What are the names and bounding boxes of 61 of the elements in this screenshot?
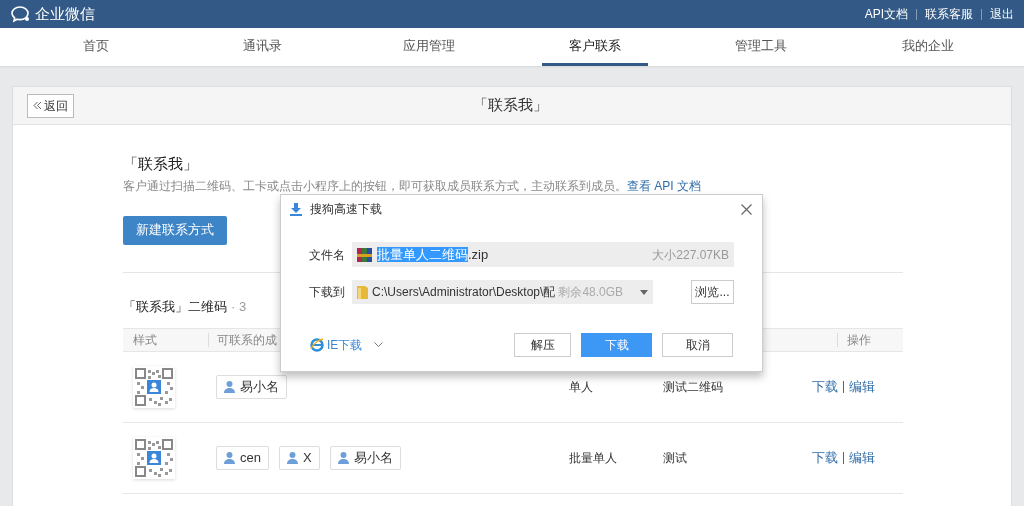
folder-icon xyxy=(357,285,368,299)
archive-icon xyxy=(357,247,372,262)
dialog-title: 搜狗高速下载 xyxy=(310,201,382,218)
member-name: X xyxy=(302,449,312,468)
nav-tab[interactable]: 管理工具 xyxy=(708,28,815,66)
back-button[interactable]: 返回 xyxy=(27,93,74,118)
free-space: 剩余48.0GB xyxy=(558,284,624,301)
member-name: 易小名 xyxy=(353,449,393,468)
member-name: 易小名 xyxy=(240,378,279,397)
table-cell-text: 测试二维码 xyxy=(663,379,724,396)
action-link[interactable]: 下载 xyxy=(812,448,838,468)
header-link[interactable]: API文档 xyxy=(864,5,908,23)
nav-tab[interactable]: 通讯录 xyxy=(216,28,309,66)
header-link[interactable]: 联系客服 xyxy=(925,5,973,23)
person-icon xyxy=(224,452,235,464)
table-cell-text: 测试 xyxy=(663,450,688,467)
dropdown-arrow-icon xyxy=(640,289,648,295)
nav-tab[interactable]: 应用管理 xyxy=(375,28,482,66)
dialog-button[interactable]: 取消 xyxy=(662,333,733,357)
nav-tab[interactable]: 我的企业 xyxy=(874,28,981,66)
browse-button[interactable]: 浏览... xyxy=(691,280,734,304)
person-icon xyxy=(337,452,349,464)
column-header: 操作 xyxy=(847,332,871,349)
field-label: 文件名 xyxy=(309,246,346,264)
qr-code-icon xyxy=(134,438,174,478)
e-logo-icon xyxy=(310,338,324,352)
logo-text: 企业微信 xyxy=(35,3,95,24)
file-size: 大小227.07KB xyxy=(652,246,729,264)
table-cell-text: 批量单人 xyxy=(569,450,618,467)
action-link[interactable]: 编辑 xyxy=(849,377,875,397)
field-label: 下载到 xyxy=(309,284,346,301)
dialog-button[interactable]: 解压 xyxy=(514,333,571,357)
double-chevron-icon xyxy=(33,101,42,110)
list-count: · 3 xyxy=(231,297,247,316)
path-dropdown[interactable]: C:\Users\Administrator\Desktop\配 剩余48.0GB xyxy=(352,280,653,304)
filename-field[interactable]: 批量单人二维码.zip 大小227.07KB xyxy=(352,242,734,267)
close-icon[interactable] xyxy=(741,203,752,215)
new-contact-button[interactable]: 新建联系方式 xyxy=(123,215,227,245)
path-text: C:\Users\Administrator\Desktop\配 xyxy=(372,284,556,301)
member-name: cen xyxy=(240,449,261,468)
chevron-down-icon[interactable] xyxy=(374,342,384,348)
filename-text: 批量单人二维码.zip xyxy=(377,245,489,264)
person-icon xyxy=(224,381,235,393)
person-icon xyxy=(286,452,298,464)
api-doc-link[interactable]: 查看 API 文档 xyxy=(627,177,701,194)
list-title: 「联系我」二维码 xyxy=(123,297,227,316)
table-cell-text: 单人 xyxy=(569,379,594,396)
action-link[interactable]: 下载 xyxy=(812,377,838,397)
chat-bubble-icon xyxy=(10,5,32,23)
download-icon xyxy=(290,202,302,216)
action-link[interactable]: 编辑 xyxy=(849,448,875,468)
nav-tab[interactable]: 首页 xyxy=(56,28,137,66)
header-link[interactable]: 退出 xyxy=(990,5,1014,23)
qr-code-icon xyxy=(134,367,174,407)
section-title: 「联系我」 xyxy=(123,154,199,174)
nav-tab[interactable]: 客户联系 xyxy=(542,28,649,66)
description-text: 客户通过扫描二维码、工卡或点击小程序上的按钮，即可获取成员联系方式，主动联系到成员。 xyxy=(123,177,627,194)
ie-download-link[interactable]: IE下载 xyxy=(310,336,363,354)
page-title: 「联系我」 xyxy=(473,95,548,116)
column-header: 可联系的成 xyxy=(217,332,277,349)
column-header: 样式 xyxy=(133,332,158,349)
